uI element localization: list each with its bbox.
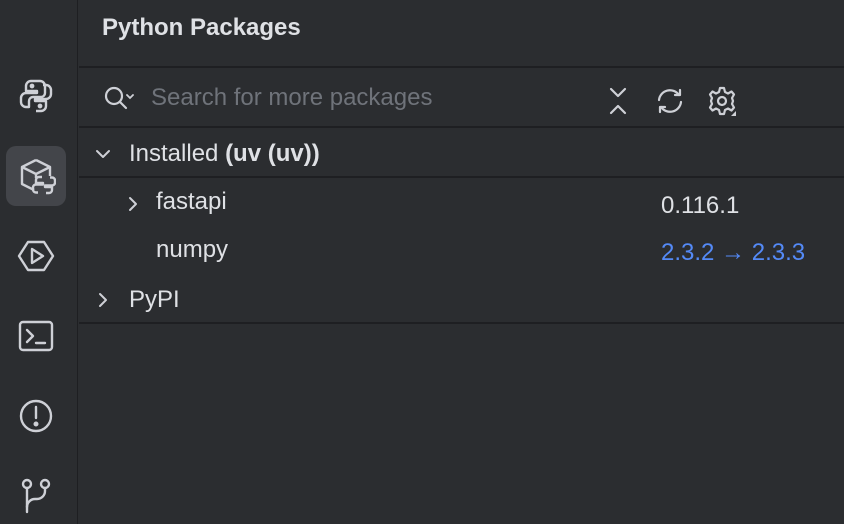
chevron-right-icon[interactable] bbox=[123, 194, 143, 214]
package-row-fastapi[interactable]: fastapi 0.116.1 bbox=[79, 180, 844, 228]
git-branch-icon bbox=[21, 478, 51, 514]
problems-icon bbox=[19, 399, 53, 433]
settings-icon bbox=[708, 86, 736, 116]
installed-label: Installed bbox=[129, 140, 219, 167]
settings-button[interactable] bbox=[705, 84, 739, 118]
panel-header: Python Packages bbox=[79, 0, 844, 68]
python-console-button[interactable] bbox=[6, 66, 66, 126]
panel-title: Python Packages bbox=[102, 14, 301, 41]
python-packages-button[interactable] bbox=[6, 146, 66, 206]
package-version-upgrade[interactable]: 2.3.2 → 2.3.3 bbox=[661, 239, 805, 267]
installed-group-row[interactable]: Installed (uv (uv)) bbox=[79, 130, 844, 178]
services-button[interactable] bbox=[6, 226, 66, 286]
terminal-button[interactable] bbox=[6, 306, 66, 366]
search-input[interactable] bbox=[151, 80, 551, 116]
python-icon bbox=[19, 79, 53, 113]
package-row-numpy[interactable]: numpy 2.3.2 → 2.3.3 bbox=[79, 228, 844, 276]
tool-window-sidebar bbox=[0, 0, 78, 524]
run-services-icon bbox=[17, 240, 55, 272]
terminal-icon bbox=[18, 320, 54, 352]
package-name: numpy bbox=[156, 236, 229, 263]
chevron-right-icon[interactable] bbox=[93, 290, 113, 310]
search-toolbar bbox=[79, 70, 844, 128]
package-name: fastapi bbox=[156, 188, 227, 215]
python-packages-panel: Python Packages Search for more packages… bbox=[79, 0, 844, 524]
repository-label: PyPI bbox=[129, 286, 180, 313]
collapse-all-icon bbox=[609, 87, 627, 115]
package-version: 0.116.1 bbox=[661, 192, 740, 219]
repository-row-pypi[interactable]: PyPI bbox=[79, 276, 844, 324]
python-packages-icon bbox=[20, 158, 56, 195]
collapse-all-button[interactable] bbox=[601, 84, 635, 118]
installed-group-label: Installed (uv (uv)) bbox=[129, 140, 320, 168]
interpreter-label: (uv (uv)) bbox=[225, 140, 320, 167]
chevron-down-icon[interactable] bbox=[93, 144, 113, 164]
refresh-icon bbox=[657, 88, 683, 114]
problems-button[interactable] bbox=[6, 386, 66, 446]
version-control-button[interactable] bbox=[6, 464, 66, 524]
refresh-button[interactable] bbox=[653, 84, 687, 118]
search-icon[interactable] bbox=[101, 82, 137, 114]
